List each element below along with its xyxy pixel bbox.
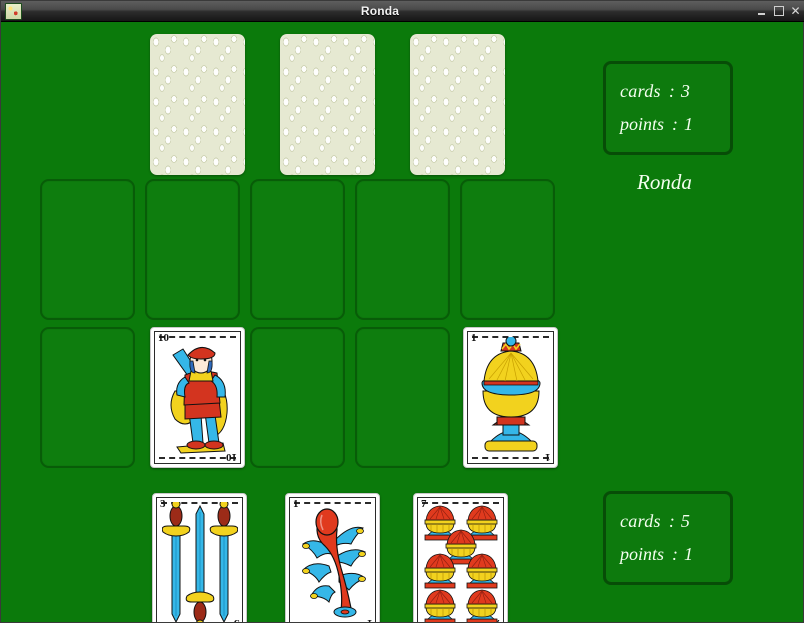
- card-3-swords[interactable]: 3 3: [152, 493, 247, 622]
- face-down-card[interactable]: [150, 34, 245, 175]
- score-row-points: points : 1: [620, 544, 716, 565]
- points-separator: :: [672, 114, 679, 134]
- empty-slot[interactable]: [250, 327, 345, 468]
- card-artwork-ace-cups: [468, 332, 553, 463]
- card-artwork-three-swords: [157, 498, 242, 622]
- empty-slot[interactable]: [145, 179, 240, 320]
- empty-slot[interactable]: [40, 179, 135, 320]
- empty-slot[interactable]: [355, 179, 450, 320]
- points-label: points: [620, 544, 665, 564]
- title-bar[interactable]: Ronda ✕: [1, 1, 804, 22]
- score-panel-bottom: cards : 5 points : 1: [603, 491, 733, 585]
- cards-value: 3: [680, 81, 690, 101]
- score-row-points: points : 1: [620, 114, 716, 135]
- card-artwork-seven-cups: [418, 498, 503, 622]
- score-row-cards: cards : 3: [620, 81, 716, 102]
- face-down-card[interactable]: [280, 34, 375, 175]
- card-7-cups[interactable]: 7 7: [413, 493, 508, 622]
- game-name-label: Ronda: [637, 170, 692, 194]
- card-artwork-king-swords: [155, 332, 240, 463]
- cards-value: 5: [680, 511, 690, 531]
- cards-label: cards: [620, 511, 661, 531]
- game-table: 10 10 1 1 3 1 7 cards: 3 points: 1 Ron…: [1, 22, 803, 622]
- window-title: Ronda: [360, 4, 400, 18]
- empty-slot[interactable]: [250, 179, 345, 320]
- card-1-cups[interactable]: 1 1: [463, 327, 558, 468]
- face-down-card[interactable]: [410, 34, 505, 175]
- card-artwork-ace-clubs: [290, 498, 375, 622]
- points-label: points: [620, 114, 665, 134]
- score-row-cards: cards : 5: [620, 511, 716, 532]
- empty-slot[interactable]: [460, 179, 555, 320]
- cards-label: cards: [620, 81, 661, 101]
- maximize-button[interactable]: [771, 3, 786, 20]
- empty-slot[interactable]: [355, 327, 450, 468]
- score-panel-top: cards : 3 points : 1: [603, 61, 733, 155]
- points-separator: :: [672, 544, 679, 564]
- points-value: 1: [684, 114, 694, 134]
- game-window: Ronda ✕ 10 10 1 1 3 1 7 cards: 3 points…: [0, 0, 804, 623]
- close-button[interactable]: ✕: [788, 2, 803, 20]
- empty-slot[interactable]: [40, 327, 135, 468]
- points-value: 1: [684, 544, 694, 564]
- card-10-swords[interactable]: 10 10: [150, 327, 245, 468]
- minimize-button[interactable]: [754, 3, 769, 20]
- card-1-clubs[interactable]: 1 1: [285, 493, 380, 622]
- cards-separator: :: [668, 511, 675, 531]
- cards-separator: :: [668, 81, 675, 101]
